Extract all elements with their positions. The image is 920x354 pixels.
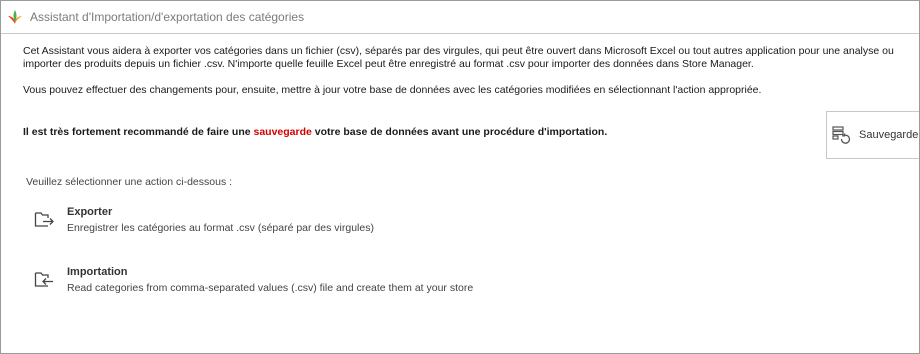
warning-text-after: votre base de données avant une procédur… xyxy=(311,126,608,138)
export-description: Enregistrer les catégories au format .cs… xyxy=(67,222,374,234)
wizard-window: Assistant d'Importation/d'exportation de… xyxy=(0,0,920,354)
folder-import-icon xyxy=(34,272,53,287)
import-description: Read categories from comma-separated val… xyxy=(67,282,474,294)
intro-line-2: importer des produits depuis un fichier … xyxy=(23,58,754,70)
export-title: Exporter xyxy=(67,206,113,218)
backup-button[interactable]: Sauvegarde xyxy=(826,111,919,159)
action-prompt: Veuillez sélectionner une action ci-dess… xyxy=(26,176,233,188)
import-action[interactable]: Importation Read categories from comma-s… xyxy=(31,264,591,304)
database-backup-icon xyxy=(832,126,851,144)
backup-warning: Il est très fortement recommandé de fair… xyxy=(23,126,607,138)
warning-highlight: sauvegarde xyxy=(253,126,312,138)
intro-line-1: Cet Assistant vous aidera à exporter vos… xyxy=(23,45,894,57)
window-title: Assistant d'Importation/d'exportation de… xyxy=(30,10,305,24)
backup-button-label: Sauvegarde xyxy=(859,129,919,141)
import-title: Importation xyxy=(67,266,128,278)
app-logo-icon xyxy=(8,10,22,24)
intro-line-3: Vous pouvez effectuer des changements po… xyxy=(23,84,762,96)
folder-export-icon xyxy=(34,212,54,227)
warning-text-before: Il est très fortement recommandé de fair… xyxy=(23,126,254,138)
export-action[interactable]: Exporter Enregistrer les catégories au f… xyxy=(31,204,591,244)
intro-text: Cet Assistant vous aidera à exporter vos… xyxy=(23,45,919,97)
title-bar: Assistant d'Importation/d'exportation de… xyxy=(1,1,919,33)
title-separator xyxy=(1,33,919,34)
